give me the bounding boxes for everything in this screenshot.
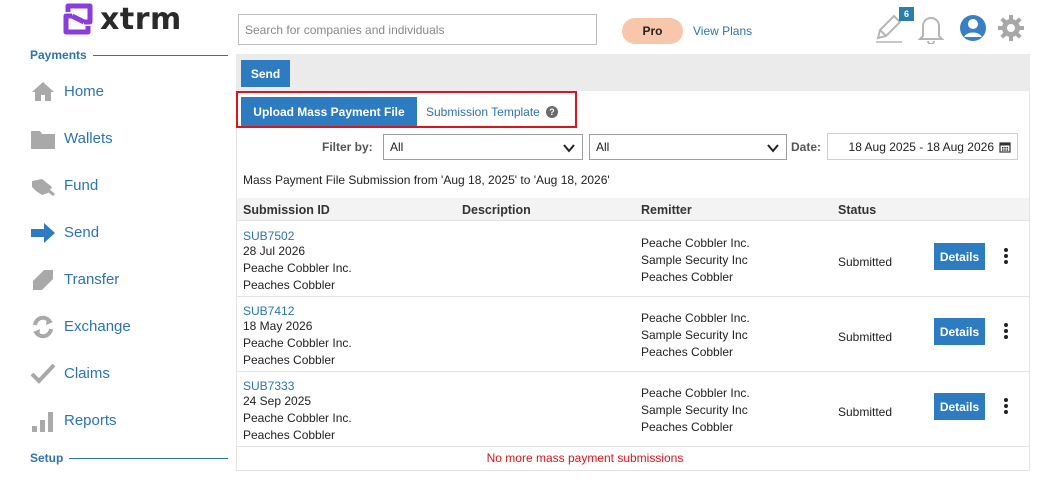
notification-count-badge: 6 — [899, 7, 914, 21]
sidebar-item-exchange[interactable]: Exchange — [30, 303, 230, 350]
sidebar-item-label: Transfer — [64, 271, 120, 288]
sidebar-item-transfer[interactable]: Transfer — [30, 256, 230, 303]
remitter-line: Peache Cobbler Inc. — [641, 236, 750, 250]
exchange-icon — [30, 314, 56, 340]
date-label: Date: — [791, 140, 822, 154]
remitter-line: Sample Security Inc — [641, 403, 748, 417]
sidebar-item-label: Exchange — [64, 318, 131, 335]
bell-icon[interactable] — [916, 12, 946, 44]
arrow-right-icon — [30, 220, 56, 246]
status-text: Submitted — [838, 330, 893, 344]
more-options-icon[interactable] — [1001, 321, 1011, 341]
filter-select-2[interactable]: All — [589, 134, 787, 160]
sidebar-item-label: Home — [64, 83, 105, 100]
section-divider — [92, 54, 228, 56]
table-row: SUB7333 24 Sep 2025 Peache Cobbler Inc. … — [237, 372, 1029, 447]
submission-date: 18 May 2026 — [243, 319, 313, 333]
sidebar-item-label: Send — [64, 224, 100, 241]
details-button[interactable]: Details — [934, 393, 985, 420]
sidebar-item-claims[interactable]: Claims — [30, 350, 230, 397]
submission-id-link[interactable]: SUB7333 — [243, 379, 294, 393]
action-toolbar — [236, 54, 1030, 91]
sidebar-item-home[interactable]: Home — [30, 68, 230, 115]
more-options-icon[interactable] — [1001, 246, 1011, 266]
bar-chart-icon — [30, 408, 56, 434]
sidebar-nav: Home Wallets Fund Send Transfer Exchange… — [30, 68, 230, 444]
status-text: Submitted — [838, 405, 893, 419]
filter-select-2-value: All — [596, 140, 610, 154]
submission-user: Peaches Cobbler — [243, 353, 336, 367]
home-icon — [30, 79, 56, 105]
column-header-description: Description — [462, 203, 531, 217]
column-header-status: Status — [838, 203, 877, 217]
search-input[interactable] — [238, 14, 597, 45]
upload-mass-payment-button[interactable]: Upload Mass Payment File — [241, 97, 417, 126]
submission-user: Peaches Cobbler — [243, 428, 336, 442]
sidebar-item-label: Wallets — [64, 130, 113, 147]
more-options-icon[interactable] — [1001, 396, 1011, 416]
no-more-submissions-message: No more mass payment submissions — [486, 451, 684, 465]
submission-id-link[interactable]: SUB7502 — [243, 229, 294, 243]
transfer-icon — [30, 267, 56, 293]
chevron-down-icon — [767, 144, 779, 153]
remitter-line: Peaches Cobbler — [641, 270, 734, 284]
submission-company: Peache Cobbler Inc. — [243, 411, 352, 425]
remitter-line: Peaches Cobbler — [641, 345, 734, 359]
plan-badge: Pro — [622, 18, 683, 44]
user-avatar-icon[interactable] — [958, 12, 988, 44]
remitter-line: Peaches Cobbler — [641, 420, 734, 434]
remitter-line: Sample Security Inc — [641, 328, 748, 342]
send-button[interactable]: Send — [241, 60, 290, 87]
date-range-input[interactable]: 18 Aug 2025 - 18 Aug 2026 — [827, 133, 1018, 160]
status-text: Submitted — [838, 255, 893, 269]
sidebar-item-reports[interactable]: Reports — [30, 397, 230, 444]
submission-date: 24 Sep 2025 — [243, 394, 312, 408]
xtrm-logo-icon — [63, 3, 93, 35]
folder-icon — [30, 126, 56, 152]
remitter-line: Peache Cobbler Inc. — [641, 386, 750, 400]
submission-id-link[interactable]: SUB7412 — [243, 304, 294, 318]
submission-company: Peache Cobbler Inc. — [243, 261, 352, 275]
view-plans-link[interactable]: View Plans — [693, 24, 752, 38]
submission-user: Peaches Cobbler — [243, 278, 336, 292]
remitter-line: Sample Security Inc — [641, 253, 748, 267]
table-header — [237, 198, 1029, 221]
sidebar-item-label: Claims — [64, 365, 110, 382]
submission-template-link[interactable]: Submission Template — [426, 105, 540, 119]
sidebar: xtrm Payments Home Wallets Fund Send Tra… — [0, 0, 232, 487]
check-icon — [30, 361, 56, 387]
help-icon[interactable]: ? — [546, 106, 558, 118]
sidebar-item-label: Fund — [64, 177, 99, 194]
fund-icon — [30, 173, 56, 199]
calendar-icon — [999, 141, 1011, 153]
brand-logo[interactable]: xtrm — [60, 1, 182, 37]
sidebar-item-send[interactable]: Send — [30, 209, 230, 256]
brand-name: xtrm — [100, 1, 182, 37]
submission-summary: Mass Payment File Submission from 'Aug 1… — [243, 173, 610, 187]
table-row: SUB7502 28 Jul 2026 Peache Cobbler Inc. … — [237, 222, 1029, 297]
payments-label-text: Payments — [30, 48, 87, 62]
column-header-remitter: Remitter — [641, 203, 692, 217]
submission-date: 28 Jul 2026 — [243, 244, 306, 258]
details-button[interactable]: Details — [934, 318, 985, 345]
setup-section-label: Setup — [30, 451, 228, 465]
table-row: SUB7412 18 May 2026 Peache Cobbler Inc. … — [237, 297, 1029, 372]
section-divider — [69, 457, 228, 459]
column-header-submission-id: Submission ID — [243, 203, 330, 217]
filter-select-1[interactable]: All — [383, 134, 583, 160]
gear-icon[interactable] — [996, 12, 1026, 44]
sidebar-item-label: Reports — [64, 412, 117, 429]
filter-label: Filter by: — [322, 140, 373, 154]
payments-section-label: Payments — [30, 48, 228, 62]
remitter-line: Peache Cobbler Inc. — [641, 311, 750, 325]
sidebar-item-wallets[interactable]: Wallets — [30, 115, 230, 162]
setup-label-text: Setup — [30, 451, 64, 465]
filter-select-1-value: All — [390, 140, 404, 154]
chevron-down-icon — [563, 144, 575, 153]
submission-company: Peache Cobbler Inc. — [243, 336, 352, 350]
date-range-value: 18 Aug 2025 - 18 Aug 2026 — [848, 139, 994, 154]
sidebar-item-fund[interactable]: Fund — [30, 162, 230, 209]
details-button[interactable]: Details — [934, 243, 985, 270]
